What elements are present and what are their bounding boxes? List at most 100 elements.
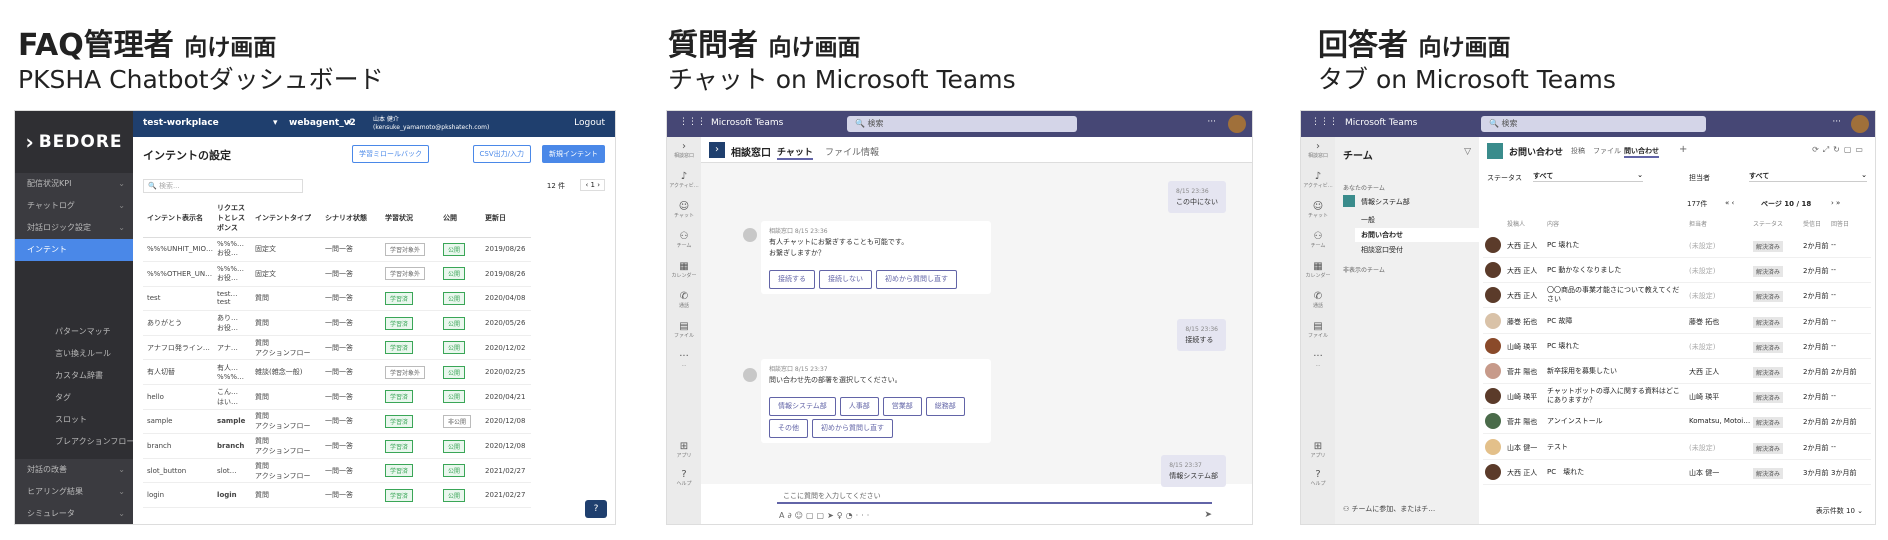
rail-item[interactable]: ? ヘルプ <box>667 465 701 495</box>
search-input[interactable]: 🔍 検索... <box>143 179 303 193</box>
tab-files[interactable]: ファイル <box>825 145 861 158</box>
table-row[interactable]: 大西 正人 〇〇商品の事業才能さについて教えてください (未設定) 解決済み 2か月前 -… <box>1483 283 1871 309</box>
rail-item[interactable]: ⊞ アプリ <box>667 437 701 467</box>
avatar[interactable] <box>1851 115 1869 133</box>
quick-reply-button[interactable]: 総務部 <box>925 397 965 416</box>
rail-item[interactable]: ⊞ アプリ <box>1301 437 1335 467</box>
quick-reply-button[interactable]: 接続しない <box>819 270 872 289</box>
table-row[interactable]: 山崎 瑛平 チャットボットの導入に関する資料はどこにありますか？ 山崎 瑛平 解決済み… <box>1483 384 1871 410</box>
column-header[interactable]: リクエストとレスポンス <box>213 199 252 238</box>
column-header[interactable]: インテント表示名 <box>143 199 214 238</box>
rail-item[interactable]: ? ヘルプ <box>1301 465 1335 495</box>
table-row[interactable]: ありがとう あり… お役… 質問 一問一答 学習済 公開 2020/05/26 <box>143 310 532 336</box>
tab-files[interactable]: ファイル <box>1593 146 1621 156</box>
column-header[interactable]: 担当者 <box>1689 219 1707 228</box>
column-header[interactable]: インテントタイプ <box>251 199 322 238</box>
more-icon[interactable]: ··· <box>1832 117 1841 127</box>
rail-item[interactable]: ✆ 通話 <box>667 287 701 317</box>
channel-inquiry[interactable]: お問い合わせ <box>1361 230 1403 240</box>
quick-reply-button[interactable]: 情報システム部 <box>769 397 836 416</box>
rail-item[interactable]: ···… <box>667 347 701 377</box>
rail-item[interactable]: ♪ アクティビ… <box>1301 167 1335 197</box>
rollback-button[interactable]: 学習ミロールバック <box>352 145 429 163</box>
rail-item[interactable]: ♪ アクティビ… <box>667 167 701 197</box>
table-row[interactable]: %%%UNHIT_MIO…%%%… お役… 固定文 一問一答 学習対象外 公開 2019/… <box>143 237 532 263</box>
workspace-select[interactable]: test-workplace <box>143 118 219 128</box>
rail-item[interactable]: ▤ ファイル <box>667 317 701 347</box>
channel-consult[interactable]: 相談窓口受付 <box>1361 245 1403 255</box>
rail-item[interactable]: ⚇ チーム <box>1301 227 1335 257</box>
column-header[interactable]: 学習状況 <box>381 199 440 238</box>
add-tab-icon[interactable]: + <box>1679 144 1687 155</box>
sidebar-item[interactable]: シミュレータ ⌄ <box>15 503 133 524</box>
quick-reply-button[interactable]: 人事部 <box>839 397 879 416</box>
column-header[interactable]: 内容 <box>1547 219 1559 228</box>
sidebar-item[interactable]: ヒアリング結果 ⌄ <box>15 481 133 503</box>
rail-item[interactable]: ▦ カレンダー <box>667 257 701 287</box>
rail-item[interactable]: ···… <box>1301 347 1335 377</box>
column-header[interactable]: ステータス <box>1753 219 1783 228</box>
table-row[interactable]: test test… test 質問 一問一答 学習済 公開 2020/04/08 <box>143 286 532 312</box>
table-row[interactable]: branch branch 質問 アクションフロー 一問一答 学習済 公開 2020/12/… <box>143 433 532 459</box>
message-input[interactable]: ここに質問を入力してください <box>777 488 1212 504</box>
column-header[interactable]: 回答日 <box>1831 219 1849 228</box>
search-input[interactable]: 🔍 検索 <box>1481 116 1706 132</box>
help-chat-icon[interactable]: ? <box>585 500 607 518</box>
tab-inquiries[interactable]: 問い合わせ <box>1624 146 1659 158</box>
column-header[interactable]: 更新日 <box>481 199 532 238</box>
new-intent-button[interactable]: 新規インテント <box>542 145 605 163</box>
table-row[interactable]: 大西 正人 PC 壊れた 山本 健一 解決済み 3か月前 3か月前 <box>1483 460 1871 485</box>
rail-item[interactable]: ☺ チャット <box>1301 197 1335 227</box>
sidebar-item[interactable]: インテント <box>15 239 133 261</box>
rail-item[interactable]: ✆ 通話 <box>1301 287 1335 317</box>
agent-select[interactable]: webagent_v2 <box>289 118 356 128</box>
table-row[interactable]: 菅井 陽也 アンインストール Komatsu, Motoi… 解決済み 2か月前 2か月前 <box>1483 409 1871 435</box>
tab-posts[interactable]: 投稿 <box>1571 146 1585 156</box>
more-icon[interactable]: ··· <box>1207 117 1216 127</box>
filter-icon[interactable]: ▽ <box>1464 147 1471 157</box>
column-header[interactable]: 受信日 <box>1803 219 1821 228</box>
rail-item[interactable]: ▦ カレンダー <box>1301 257 1335 287</box>
table-row[interactable]: login login 質問 一問一答 学習済 公開 2021/02/27 <box>143 482 532 509</box>
logout-link[interactable]: Logout <box>574 118 605 128</box>
tab-info[interactable]: 情報 <box>861 145 879 158</box>
csv-button[interactable]: CSV出力/入力 <box>472 145 531 163</box>
column-header[interactable]: 投稿人 <box>1507 219 1525 228</box>
search-input[interactable]: 🔍 検索 <box>847 116 1077 132</box>
table-row[interactable]: 山崎 瑛平 PC 壊れた (未設定) 解決済み 2か月前 -- <box>1483 334 1871 359</box>
table-row[interactable]: 山本 健一 テスト (未設定) 解決済み 2か月前 -- <box>1483 435 1871 460</box>
join-team-link[interactable]: ⚇ チームに参加、またはチ… <box>1343 504 1435 514</box>
rail-item[interactable]: ☺ チャット <box>667 197 701 227</box>
quick-reply-button[interactable]: 初めから質問し直す <box>876 270 957 289</box>
apps-grid-icon[interactable]: ⋮⋮⋮ <box>1311 117 1338 127</box>
table-row[interactable]: 有人切替 有人… %%%… 雑談(雑念一般) 一問一答 学習対象外 公開 2020/02/2… <box>143 359 532 386</box>
team-name[interactable]: 情報システム部 <box>1361 197 1410 207</box>
header-actions-icon[interactable]: ⟳⤢↻▢▭ <box>1812 145 1867 155</box>
sidebar-item[interactable]: 配信状況KPI ⌄ <box>15 173 133 195</box>
pager-next[interactable]: › » <box>1831 199 1840 207</box>
rail-item[interactable]: ⚇ チーム <box>667 227 701 257</box>
table-row[interactable]: 大西 正人 PC 壊れた (未設定) 解決済み 2か月前 -- <box>1483 233 1871 258</box>
tab-chat[interactable]: チャット <box>777 145 813 160</box>
apps-grid-icon[interactable]: ⋮⋮⋮ <box>679 117 706 127</box>
pager-prev[interactable]: « ‹ <box>1725 199 1734 207</box>
sidebar-item[interactable]: 対話の改善 ⌄ <box>15 459 133 481</box>
table-row[interactable]: %%%OTHER_UN… %%%… お役… 固定文 一問一答 学習対象外 公開 2019/0… <box>143 261 532 287</box>
assignee-select[interactable]: すべて ⌄ <box>1749 171 1867 182</box>
quick-reply-button[interactable]: 初めから質問し直す <box>812 419 893 438</box>
status-select[interactable]: すべて ⌄ <box>1533 171 1643 182</box>
sidebar-item[interactable]: 対話ロジック設定 ⌄ <box>15 217 133 239</box>
column-header[interactable]: シナリオ状態 <box>321 199 382 238</box>
pagination[interactable]: ‹ 1 › <box>580 179 605 191</box>
table-row[interactable]: hello こん… はい… 質問 一問一答 学習済 公開 2020/04/21 <box>143 384 532 410</box>
rail-item[interactable]: › 相談窓口 <box>1301 137 1335 167</box>
rail-item[interactable]: › 相談窓口 <box>667 137 701 167</box>
send-icon[interactable]: ➤ <box>1204 510 1212 520</box>
rail-item[interactable]: ▤ ファイル <box>1301 317 1335 347</box>
dropdown-icon[interactable]: ▾ <box>273 118 278 128</box>
compose-toolbar-icon[interactable]: A∂☺▢▢➤♀◔··· <box>779 511 872 520</box>
page-size-select[interactable]: 表示件数 10 ⌄ <box>1816 506 1863 516</box>
quick-reply-button[interactable]: その他 <box>769 419 808 438</box>
avatar[interactable] <box>1228 115 1246 133</box>
table-row[interactable]: 大西 正人 PC 動かなくなりました (未設定) 解決済み 2か月前 -- <box>1483 258 1871 284</box>
